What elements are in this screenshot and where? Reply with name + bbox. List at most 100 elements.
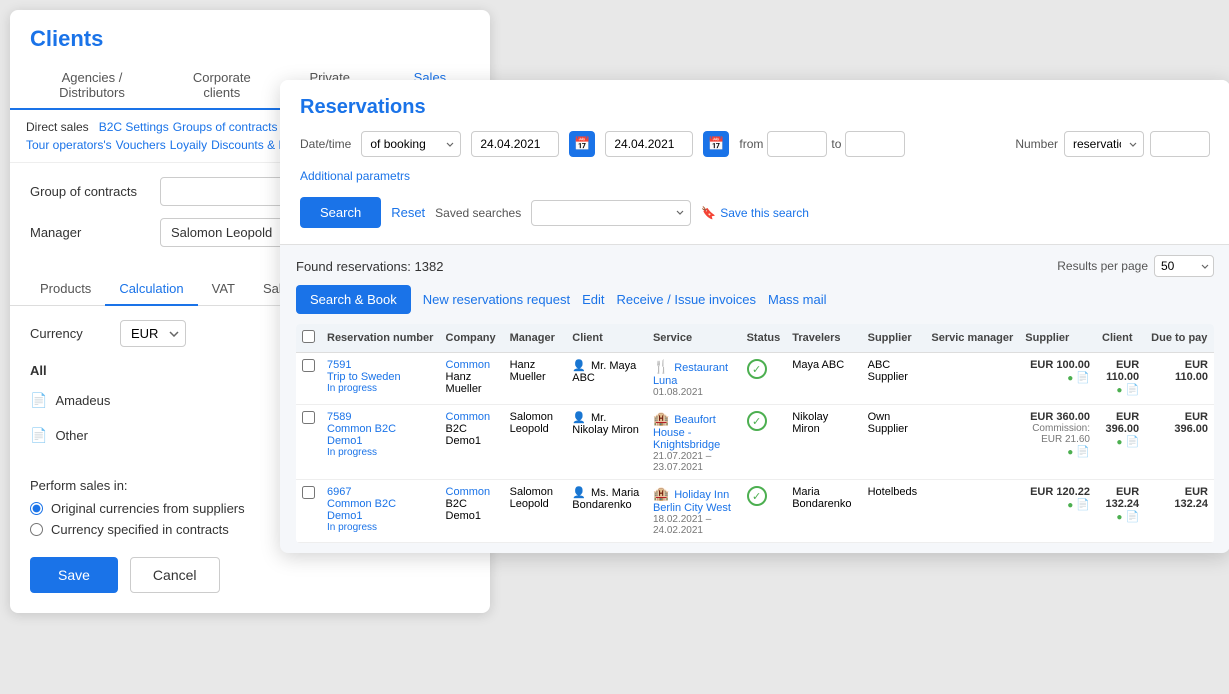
- col-status: Status: [741, 324, 787, 353]
- company-link-1[interactable]: Common: [446, 359, 498, 371]
- res-trip-link-3[interactable]: Common B2C Demo1: [327, 498, 434, 522]
- res-trip-link-1[interactable]: Trip to Sweden: [327, 371, 434, 383]
- serv-manager-cell-1: [925, 353, 1019, 405]
- search-row: Search Reset Saved searches 🔖 Save this …: [300, 187, 1210, 234]
- service-date-3: 18.02.2021 – 24.02.2021: [653, 514, 735, 536]
- date-to-input[interactable]: [605, 131, 693, 157]
- supplier-amount-2: EUR 360.00: [1025, 411, 1090, 423]
- cal-from-btn[interactable]: 📅: [569, 131, 595, 157]
- col-supplier-amt: Supplier: [1019, 324, 1096, 353]
- res-num-cell-2: 7589 Common B2C Demo1 In progress: [321, 405, 440, 480]
- sub-tab-calculation[interactable]: Calculation: [105, 273, 197, 306]
- currency-select[interactable]: EUR: [120, 320, 186, 347]
- client-amt-cell-1: EUR 110.00 ● 📄: [1096, 353, 1145, 405]
- cal-to-btn[interactable]: 📅: [703, 131, 729, 157]
- mass-mail-btn[interactable]: Mass mail: [768, 292, 827, 307]
- company-cell-2: Common B2C Demo1: [440, 405, 504, 480]
- status-cell-1: ✓: [741, 353, 787, 405]
- company-sub-3: B2C Demo1: [446, 498, 498, 522]
- res-num-cell-3: 6967 Common B2C Demo1 In progress: [321, 480, 440, 543]
- sub-tab-products[interactable]: Products: [26, 273, 105, 306]
- receive-issue-btn[interactable]: Receive / Issue invoices: [617, 292, 756, 307]
- due-cell-3: EUR 132.24: [1145, 480, 1214, 543]
- due-amount-1: EUR 110.00: [1151, 359, 1208, 383]
- travelers-cell-3: Maria Bondarenko: [786, 480, 861, 543]
- res-status-3: In progress: [327, 522, 434, 533]
- due-amount-3: EUR 132.24: [1151, 486, 1208, 510]
- amadeus-doc-icon: 📄: [30, 392, 47, 409]
- col-res-number: Reservation number: [321, 324, 440, 353]
- rpp-label: Results per page: [1057, 259, 1148, 273]
- sub-tab-vat[interactable]: VAT: [198, 273, 249, 306]
- nav-tour-ops[interactable]: Tour operators's: [26, 138, 112, 152]
- save-search-btn[interactable]: 🔖 Save this search: [701, 206, 809, 220]
- traveler-icon-2: 👤: [572, 412, 586, 424]
- res-trip-link-2[interactable]: Common B2C Demo1: [327, 423, 434, 447]
- number-type-select[interactable]: reservation: [1064, 131, 1144, 157]
- client-cell-3: 👤 Ms. Maria Bondarenko: [566, 480, 647, 543]
- service-date-2: 21.07.2021 – 23.07.2021: [653, 451, 735, 473]
- tab-agencies[interactable]: Agencies / Distributors: [20, 62, 164, 110]
- company-sub-1: Hanz Mueller: [446, 371, 498, 395]
- saved-searches-select[interactable]: [531, 200, 691, 226]
- reset-button[interactable]: Reset: [391, 205, 425, 220]
- company-link-2[interactable]: Common: [446, 411, 498, 423]
- row-checkbox-3[interactable]: [302, 486, 315, 499]
- from-input[interactable]: [767, 131, 827, 157]
- date-from-input[interactable]: [471, 131, 559, 157]
- nav-loyaily[interactable]: Loyaily: [170, 138, 207, 152]
- green-dot-c2: ●: [1116, 437, 1122, 448]
- res-num-link-3[interactable]: 6967: [327, 486, 434, 498]
- col-client: Client: [566, 324, 647, 353]
- service-icon-1: 🍴: [653, 359, 669, 374]
- select-all-checkbox[interactable]: [302, 330, 315, 343]
- supplier-cell-2: Own Supplier: [862, 405, 926, 480]
- manager-cell-3: Salomon Leopold: [504, 480, 567, 543]
- col-service: Service: [647, 324, 741, 353]
- nav-groups[interactable]: Groups of contracts: [173, 120, 278, 134]
- blue-doc-c1: 📄: [1125, 384, 1139, 396]
- row-checkbox-2[interactable]: [302, 411, 315, 424]
- res-num-link-1[interactable]: 7591: [327, 359, 434, 371]
- search-button[interactable]: Search: [300, 197, 381, 228]
- group-contracts-label: Group of contracts: [30, 184, 150, 199]
- manager-cell-2: Salomon Leopold: [504, 405, 567, 480]
- client-amount-1: EUR 110.00: [1102, 359, 1139, 383]
- all-label: All: [30, 363, 47, 378]
- travelers-cell-2: Nikolay Miron: [786, 405, 861, 480]
- row-checkbox-1[interactable]: [302, 359, 315, 372]
- green-dot-1: ●: [1067, 373, 1073, 384]
- tab-corporate[interactable]: Corporate clients: [164, 62, 280, 110]
- edit-btn[interactable]: Edit: [582, 292, 604, 307]
- to-input[interactable]: [845, 131, 905, 157]
- new-reservations-btn[interactable]: New reservations request: [423, 292, 570, 307]
- blue-doc-1: 📄: [1076, 372, 1090, 384]
- supplier-amt-cell-3: EUR 120.22 ● 📄: [1019, 480, 1096, 543]
- green-dot-c1: ●: [1116, 385, 1122, 396]
- green-dot-3: ●: [1067, 500, 1073, 511]
- currency-label: Currency: [30, 326, 110, 341]
- service-icon-2: 🏨: [653, 411, 669, 426]
- nav-b2c[interactable]: B2C Settings: [99, 120, 169, 134]
- blue-doc-c3: 📄: [1125, 511, 1139, 523]
- rpp-select[interactable]: 50: [1154, 255, 1214, 277]
- radio-specified-input[interactable]: [30, 523, 43, 536]
- reservations-title: Reservations: [300, 96, 1210, 119]
- commission-2: Commission: EUR 21.60: [1025, 423, 1090, 445]
- additional-params-link[interactable]: Additional parametrs: [300, 165, 410, 187]
- number-input[interactable]: [1150, 131, 1210, 157]
- save-button[interactable]: Save: [30, 557, 118, 593]
- due-cell-1: EUR 110.00: [1145, 353, 1214, 405]
- cancel-button[interactable]: Cancel: [130, 557, 220, 593]
- radio-original-input[interactable]: [30, 502, 43, 515]
- supplier-cell-1: ABC Supplier: [862, 353, 926, 405]
- table-row: 6967 Common B2C Demo1 In progress Common…: [296, 480, 1214, 543]
- status-cell-2: ✓: [741, 405, 787, 480]
- res-num-link-2[interactable]: 7589: [327, 411, 434, 423]
- booking-select[interactable]: of booking: [361, 131, 461, 157]
- search-book-button[interactable]: Search & Book: [296, 285, 411, 314]
- action-buttons: Save Cancel: [10, 557, 490, 593]
- company-link-3[interactable]: Common: [446, 486, 498, 498]
- nav-vouchers[interactable]: Vouchers: [116, 138, 166, 152]
- due-amount-2: EUR 396.00: [1151, 411, 1208, 435]
